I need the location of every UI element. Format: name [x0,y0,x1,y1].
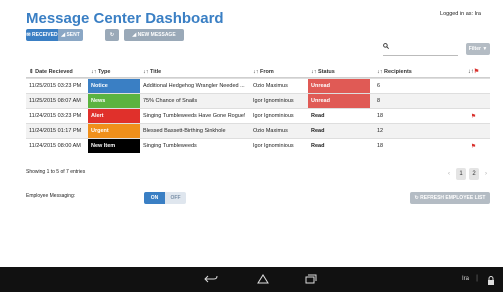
sort-icon: ⇕ [29,68,34,75]
from-cell: Ozio Maximus [253,83,288,89]
home-icon[interactable] [257,274,269,287]
flag-cell [454,94,490,108]
type-badge: Notice [88,79,140,93]
table-row[interactable]: 11/25/2015 03:23 PM Notice Additional He… [26,78,490,93]
funnel-icon: ▼ [482,46,488,52]
filter-button[interactable]: Filter ▼ [466,43,490,55]
send-icon: ◢ [132,32,137,38]
from-cell: Igor Ignominious [253,143,294,149]
type-badge: Alert [88,109,140,123]
recent-apps-icon[interactable] [305,274,317,287]
recipients-cell: 18 [377,113,384,119]
toggle-off[interactable]: OFF [165,192,186,204]
column-header-status[interactable]: ↓↑ Status [308,66,370,77]
flag-icon: ⚑ [470,143,477,150]
logged-in-label: Logged in as: Ira [440,11,481,17]
date-cell: 11/24/2015 03:23 PM [29,113,82,119]
refresh-employee-list-button[interactable]: ↻ REFRESH EMPLOYEE LIST [410,192,490,204]
refresh-icon: ↻ [414,195,419,201]
type-badge: Urgent [88,124,140,138]
table-row[interactable]: 11/24/2015 03:23 PM Alert Singing Tumble… [26,108,490,123]
flag-icon: ⚑ [470,113,477,120]
page-1-button[interactable]: 1 [456,168,466,180]
mailbox-toggle: ✉ RECEIVED ◢ SENT [26,29,83,41]
sort-icon: ↓↑ [377,68,383,75]
date-cell: 11/25/2015 03:23 PM [29,83,82,89]
type-badge: New Item [88,139,140,153]
recipients-cell: 18 [377,143,384,149]
date-cell: 11/25/2015 08:07 AM [29,98,81,104]
status-badge: Read [311,113,325,119]
table-row[interactable]: 11/25/2015 08:07 AM News 75% Chance of S… [26,93,490,108]
column-header-title[interactable]: ↓↑ Title [140,66,250,77]
new-message-button[interactable]: ◢ NEW MESSAGE [124,29,184,41]
title-cell: Singing Tumbleweeds Have Gone Rogue! [143,113,246,119]
flag-cell: ⚑ [454,139,490,153]
page-2-button[interactable]: 2 [469,168,479,180]
sort-icon: ↓↑ [91,68,97,75]
title-cell: Additional Hedgehog Wrangler Needed ... [143,83,245,89]
column-header-date[interactable]: ⇕ Date Recieved [26,66,88,77]
sort-icon: ↓↑ [311,68,317,75]
table-row[interactable]: 11/24/2015 01:17 PM Urgent Blessed Basse… [26,123,490,138]
toggle-on[interactable]: ON [144,192,165,204]
employee-messaging-label: Employee Messaging: [26,193,76,199]
title-cell: Blessed Bassett-Birthing Sinkhole [143,128,226,134]
refresh-icon: ↻ [109,32,115,38]
refresh-button[interactable]: ↻ [105,29,119,41]
flag-cell: ⚑ [454,109,490,123]
search-input[interactable] [383,55,458,56]
table-header: ⇕ Date Recieved ↓↑ Type ↓↑ Title ↓↑ From… [26,66,490,78]
envelope-icon: ✉ [26,32,31,38]
column-header-recipients[interactable]: ↓↑ Recipients [370,66,454,77]
from-cell: Igor Ignominious [253,98,294,104]
from-cell: Ozio Maximus [253,128,288,134]
back-icon[interactable] [204,274,218,287]
status-badge: Unread [308,94,370,108]
prev-page-icon[interactable]: ‹ [445,168,453,180]
sort-icon: ↓↑ [253,68,259,75]
user-name: Ira [461,276,469,282]
status-badge: Unread [308,79,370,93]
recipients-cell: 12 [377,128,384,134]
sent-button[interactable]: ◢ SENT [58,29,83,41]
flag-icon: ⚑ [473,69,480,75]
column-header-from[interactable]: ↓↑ From [250,66,308,77]
send-icon: ◢ [61,32,66,38]
column-header-flag[interactable]: ↓↑ ⚑ [454,66,490,77]
table-row[interactable]: 11/24/2015 08:00 AM New Item Singing Tum… [26,138,490,153]
sort-icon: ↓↑ [143,68,149,75]
date-cell: 11/24/2015 01:17 PM [29,128,82,134]
recipients-cell: 8 [377,98,381,104]
date-cell: 11/24/2015 08:00 AM [29,143,81,149]
from-cell: Igor Ignominious [253,113,294,119]
messages-table: ⇕ Date Recieved ↓↑ Type ↓↑ Title ↓↑ From… [26,66,490,153]
android-navigation-bar: Ira | [0,267,503,292]
next-page-icon[interactable]: › [482,168,490,180]
pagination: ‹ 1 2 › [445,168,490,180]
search-icon [383,43,390,51]
type-badge: News [88,94,140,108]
status-badge: Read [311,143,325,149]
page-title: Message Center Dashboard [26,10,224,27]
employee-messaging-toggle[interactable]: ON OFF [144,192,186,204]
flag-cell [454,124,490,138]
status-badge: Read [311,128,325,134]
lock-icon[interactable] [487,273,495,285]
column-header-type[interactable]: ↓↑ Type [88,66,140,77]
received-button[interactable]: ✉ RECEIVED [26,29,58,41]
recipients-cell: 6 [377,83,381,89]
separator: | [476,275,478,282]
title-cell: Singing Tumbleweeds [143,143,197,149]
entries-count: Showing 1 to 5 of 7 entries [26,169,86,175]
flag-cell [454,79,490,93]
title-cell: 75% Chance of Snails [143,98,198,104]
